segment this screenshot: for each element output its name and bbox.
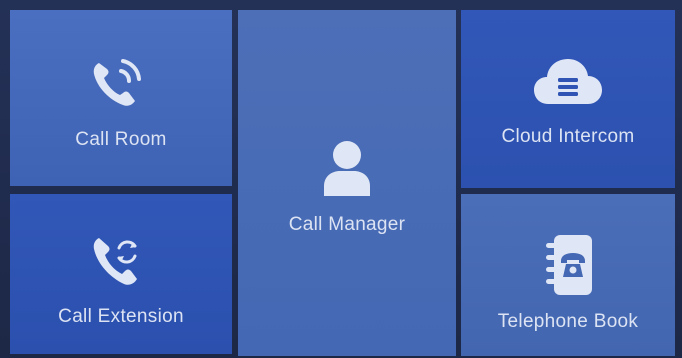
phone-book-icon <box>546 235 592 295</box>
cloud-icon <box>534 59 602 104</box>
call-extension-tile[interactable]: Call Extension <box>10 194 232 354</box>
call-extension-label: Call Extension <box>58 306 184 327</box>
call-manager-tile[interactable]: Call Manager <box>238 10 456 356</box>
telephone-book-label: Telephone Book <box>497 311 639 332</box>
call-manager-label: Call Manager <box>288 214 406 235</box>
person-icon <box>324 141 370 196</box>
intercom-home-screen: Call Room Call Extension Call Manager Cl… <box>0 0 682 358</box>
call-room-tile[interactable]: Call Room <box>10 10 232 186</box>
phone-calling-icon <box>93 59 141 106</box>
call-room-label: Call Room <box>75 129 167 150</box>
telephone-book-tile[interactable]: Telephone Book <box>461 194 675 356</box>
cloud-intercom-tile[interactable]: Cloud Intercom <box>461 10 675 188</box>
phone-transfer-icon <box>93 238 137 285</box>
cloud-intercom-label: Cloud Intercom <box>501 126 635 147</box>
